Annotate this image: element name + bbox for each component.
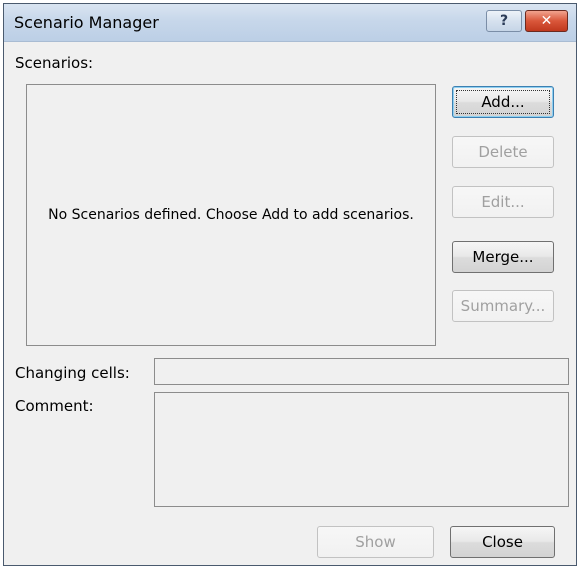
show-button[interactable]: Show xyxy=(317,526,434,558)
summary-button[interactable]: Summary... xyxy=(452,290,554,322)
edit-button[interactable]: Edit... xyxy=(452,186,554,218)
merge-button[interactable]: Merge... xyxy=(452,241,554,273)
changing-cells-label: Changing cells: xyxy=(15,364,130,382)
focus-indicator xyxy=(456,90,550,114)
comment-field[interactable] xyxy=(154,392,569,507)
changing-cells-field[interactable] xyxy=(154,358,569,385)
merge-button-label: Merge... xyxy=(472,248,534,266)
empty-scenarios-message: No Scenarios defined. Choose Add to add … xyxy=(48,207,414,223)
title-bar[interactable]: Scenario Manager ? ✕ xyxy=(4,4,576,42)
help-icon: ? xyxy=(499,13,509,29)
close-button-label: Close xyxy=(482,533,523,551)
close-icon: ✕ xyxy=(540,13,553,29)
show-button-label: Show xyxy=(355,533,396,551)
delete-button-label: Delete xyxy=(478,143,528,161)
comment-label: Comment: xyxy=(15,397,94,415)
scenario-manager-dialog: Scenario Manager ? ✕ Scenarios: No Scena… xyxy=(3,3,577,566)
delete-button[interactable]: Delete xyxy=(452,136,554,168)
scenarios-label: Scenarios: xyxy=(15,54,94,72)
summary-button-label: Summary... xyxy=(460,297,546,315)
help-button[interactable]: ? xyxy=(486,10,522,32)
scenarios-list[interactable]: No Scenarios defined. Choose Add to add … xyxy=(26,84,436,346)
dialog-title: Scenario Manager xyxy=(14,13,159,32)
close-window-button[interactable]: ✕ xyxy=(525,10,568,32)
edit-button-label: Edit... xyxy=(481,193,525,211)
close-button[interactable]: Close xyxy=(450,526,555,558)
add-button[interactable]: Add... xyxy=(452,86,554,118)
